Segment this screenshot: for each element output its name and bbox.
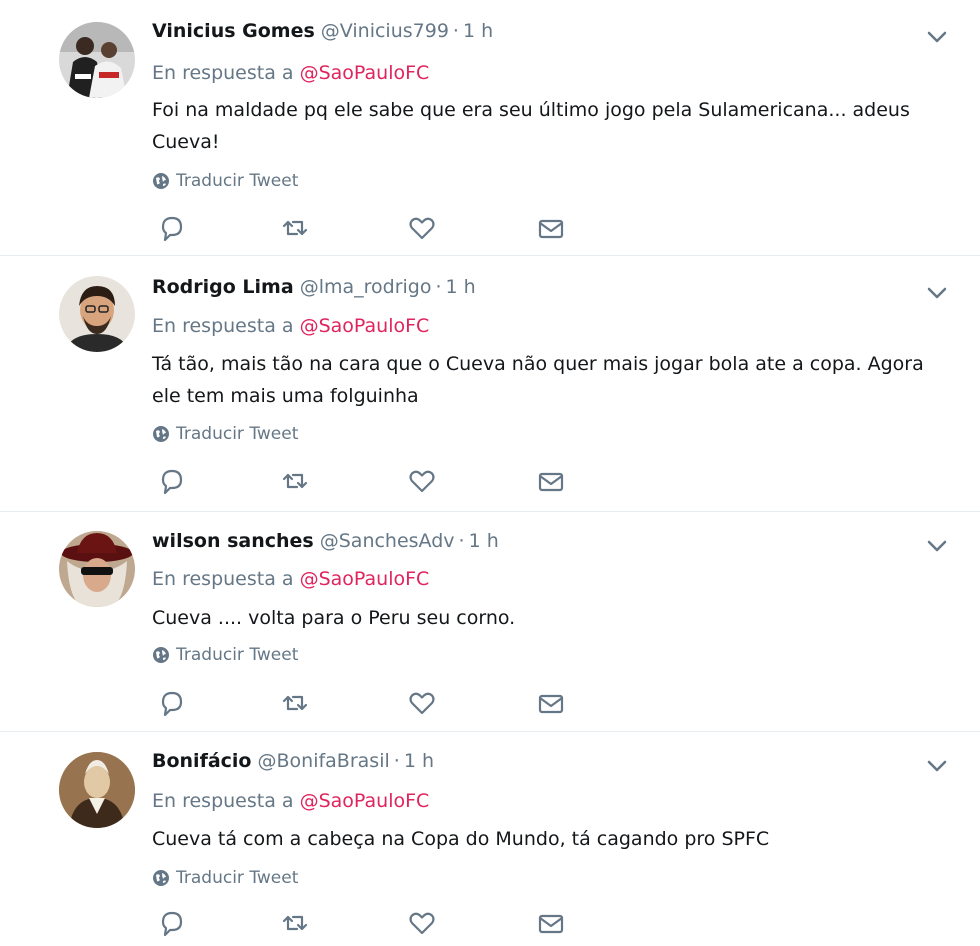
mail-icon[interactable] xyxy=(536,466,566,496)
heart-icon[interactable] xyxy=(407,908,437,938)
translate-tweet-link[interactable]: Traducir Tweet xyxy=(152,868,298,888)
tweet-text: Cueva .... volta para o Peru seu corno. xyxy=(152,607,516,629)
display-name[interactable]: Bonifácio xyxy=(152,750,252,772)
reply-icon[interactable] xyxy=(157,688,187,718)
mail-icon[interactable] xyxy=(536,908,566,938)
timestamp[interactable]: 1 h xyxy=(469,530,499,552)
display-name[interactable]: Vinicius Gomes xyxy=(152,20,315,42)
chevron-down-icon[interactable] xyxy=(924,537,950,555)
mail-icon[interactable] xyxy=(536,213,566,243)
globe-icon xyxy=(153,870,169,886)
reply-icon[interactable] xyxy=(157,908,187,938)
retweet-icon[interactable] xyxy=(280,908,310,938)
globe-icon xyxy=(153,173,169,189)
translate-label: Traducir Tweet xyxy=(176,424,299,444)
tweet-text: Tá tão, mais tão na cara que o Cueva não… xyxy=(152,353,924,407)
timestamp[interactable]: 1 h xyxy=(446,276,476,298)
separator-dot: · xyxy=(458,530,465,552)
reply-context: En respuesta a @SaoPauloFC xyxy=(152,790,429,812)
avatar[interactable] xyxy=(59,22,135,98)
reply-mention-link[interactable]: @SaoPauloFC xyxy=(300,62,430,84)
tweet-feed: Vinicius Gomes @Vinicius799 · 1 h En res… xyxy=(0,0,980,946)
translate-label: Traducir Tweet xyxy=(176,645,299,665)
mail-icon[interactable] xyxy=(536,688,566,718)
avatar[interactable] xyxy=(59,531,135,607)
reply-prefix: En respuesta a xyxy=(152,790,294,812)
retweet-icon[interactable] xyxy=(280,213,310,243)
reply-prefix: En respuesta a xyxy=(152,568,294,590)
translate-tweet-link[interactable]: Traducir Tweet xyxy=(152,424,298,444)
chevron-down-icon[interactable] xyxy=(924,284,950,302)
avatar[interactable] xyxy=(59,752,135,828)
heart-icon[interactable] xyxy=(407,688,437,718)
tweet[interactable]: wilson sanches @SanchesAdv · 1 h En resp… xyxy=(0,512,980,732)
reply-mention-link[interactable]: @SaoPauloFC xyxy=(300,315,430,337)
translate-tweet-link[interactable]: Traducir Tweet xyxy=(152,171,298,191)
tweet-text: Cueva tá com a cabeça na Copa do Mundo, … xyxy=(152,828,770,850)
heart-icon[interactable] xyxy=(407,213,437,243)
reply-icon[interactable] xyxy=(157,213,187,243)
reply-icon[interactable] xyxy=(157,466,187,496)
tweet-text: Foi na maldade pq ele sabe que era seu ú… xyxy=(152,99,910,153)
translate-label: Traducir Tweet xyxy=(176,868,299,888)
reply-prefix: En respuesta a xyxy=(152,62,294,84)
display-name[interactable]: wilson sanches xyxy=(152,530,314,552)
tweet[interactable]: Bonifácio @BonifaBrasil · 1 h En respues… xyxy=(0,732,980,946)
separator-dot: · xyxy=(393,750,400,772)
tweet[interactable]: Rodrigo Lima @lma_rodrigo · 1 h En respu… xyxy=(0,256,980,512)
display-name[interactable]: Rodrigo Lima xyxy=(152,276,294,298)
chevron-down-icon[interactable] xyxy=(924,757,950,775)
tweet[interactable]: Vinicius Gomes @Vinicius799 · 1 h En res… xyxy=(0,0,980,256)
heart-icon[interactable] xyxy=(407,466,437,496)
timestamp[interactable]: 1 h xyxy=(404,750,434,772)
chevron-down-icon[interactable] xyxy=(924,28,950,46)
retweet-icon[interactable] xyxy=(280,688,310,718)
retweet-icon[interactable] xyxy=(280,466,310,496)
reply-mention-link[interactable]: @SaoPauloFC xyxy=(300,568,430,590)
user-handle[interactable]: @SanchesAdv xyxy=(320,530,455,552)
reply-context: En respuesta a @SaoPauloFC xyxy=(152,62,429,84)
timestamp[interactable]: 1 h xyxy=(463,20,493,42)
reply-context: En respuesta a @SaoPauloFC xyxy=(152,315,429,337)
translate-tweet-link[interactable]: Traducir Tweet xyxy=(152,645,298,665)
avatar[interactable] xyxy=(59,276,135,352)
reply-mention-link[interactable]: @SaoPauloFC xyxy=(300,790,430,812)
user-handle[interactable]: @lma_rodrigo xyxy=(300,276,432,298)
separator-dot: · xyxy=(452,20,459,42)
reply-context: En respuesta a @SaoPauloFC xyxy=(152,568,429,590)
user-handle[interactable]: @Vinicius799 xyxy=(321,20,449,42)
globe-icon xyxy=(153,647,169,663)
reply-prefix: En respuesta a xyxy=(152,315,294,337)
globe-icon xyxy=(153,426,169,442)
separator-dot: · xyxy=(435,276,442,298)
translate-label: Traducir Tweet xyxy=(176,171,299,191)
user-handle[interactable]: @BonifaBrasil xyxy=(258,750,390,772)
